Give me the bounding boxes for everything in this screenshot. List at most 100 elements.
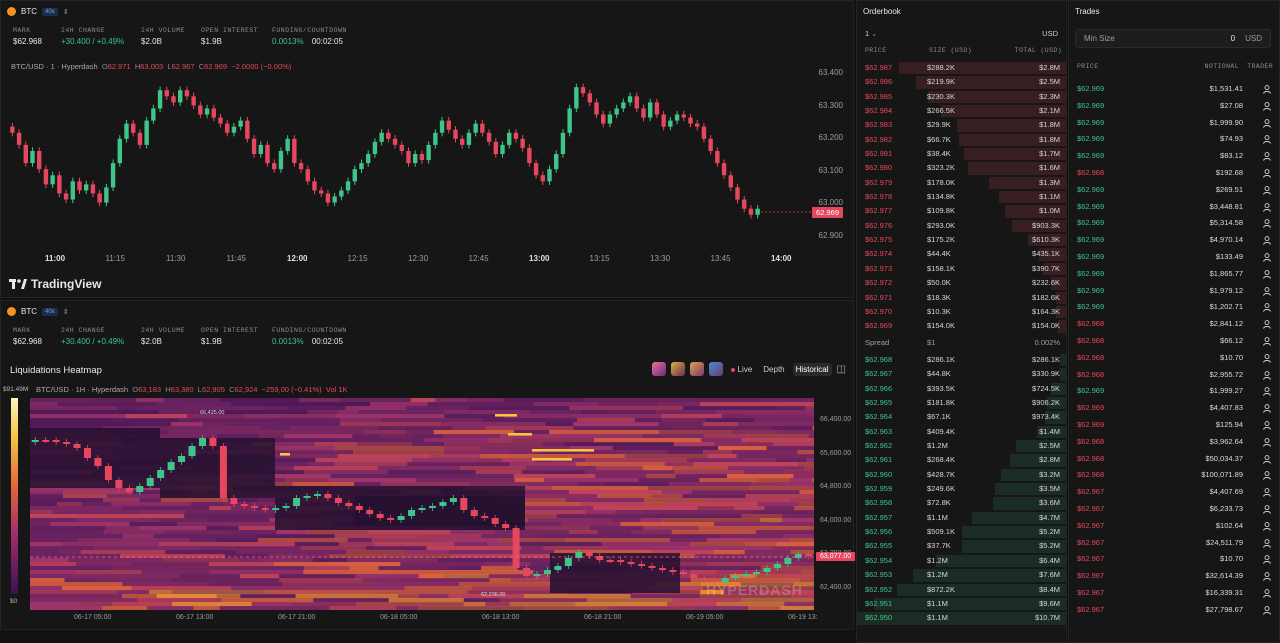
trade-row[interactable]: $62.969 $83.12 bbox=[1069, 148, 1279, 165]
trade-row[interactable]: $62.968 $66.12 bbox=[1069, 333, 1279, 350]
bid-row[interactable]: $62.951 $1.1M $9.6M bbox=[857, 597, 1066, 611]
trader-icon[interactable] bbox=[1263, 421, 1271, 430]
tick-size-select[interactable]: 1 ⌄ bbox=[865, 29, 877, 38]
ask-row[interactable]: $62.974 $44.4K $435.1K bbox=[857, 247, 1066, 261]
trader-icon[interactable] bbox=[1263, 387, 1271, 397]
bid-row[interactable]: $62.954 $1.2M $6.4M bbox=[857, 554, 1066, 568]
trader-icon[interactable] bbox=[1263, 269, 1271, 279]
trade-row[interactable]: $62.967 $32,614.39 bbox=[1069, 568, 1279, 585]
trade-row[interactable]: $62.967 $24,511.79 bbox=[1069, 535, 1279, 552]
ask-row[interactable]: $62.975 $175.2K $610.3K bbox=[857, 233, 1066, 247]
trade-row[interactable]: $62.969 $1,999.90 bbox=[1069, 115, 1279, 132]
ask-row[interactable]: $62.971 $18.3K $182.6K bbox=[857, 291, 1066, 305]
ask-row[interactable]: $62.983 $29.9K $1.8M bbox=[857, 118, 1066, 132]
trader-icon[interactable] bbox=[1263, 353, 1271, 363]
ask-row[interactable]: $62.984 $266.5K $2.1M bbox=[857, 104, 1066, 118]
trader-icon[interactable] bbox=[1263, 286, 1271, 296]
bid-row[interactable]: $62.961 $268.4K $2.8M bbox=[857, 453, 1066, 467]
bid-row[interactable]: $62.952 $872.2K $8.4M bbox=[857, 583, 1066, 597]
trader-icon[interactable] bbox=[1263, 471, 1271, 481]
palette-swatch-1[interactable] bbox=[651, 362, 666, 376]
trade-row[interactable]: $62.969 $74.93 bbox=[1069, 131, 1279, 148]
bid-row[interactable]: $62.963 $409.4K $1.4M bbox=[857, 425, 1066, 439]
bid-row[interactable]: $62.965 $181.8K $906.2K bbox=[857, 396, 1066, 410]
ask-row[interactable]: $62.981 $38.4K $1.7M bbox=[857, 147, 1066, 161]
trader-icon[interactable] bbox=[1263, 219, 1271, 229]
trader-icon[interactable] bbox=[1263, 370, 1271, 380]
trader-icon[interactable] bbox=[1263, 303, 1271, 313]
ask-row[interactable]: $62.986 $219.9K $2.5M bbox=[857, 75, 1066, 89]
bid-row[interactable]: $62.956 $509.1K $5.2M bbox=[857, 525, 1066, 539]
trade-row[interactable]: $62.969 $4,407.83 bbox=[1069, 400, 1279, 417]
trade-row[interactable]: $62.968 $192.68 bbox=[1069, 165, 1279, 182]
bid-row[interactable]: $62.955 $37.7K $5.2M bbox=[857, 539, 1066, 553]
ask-row[interactable]: $62.985 $230.3K $2.3M bbox=[857, 90, 1066, 104]
trade-row[interactable]: $62.969 $1,531.41 bbox=[1069, 81, 1279, 98]
trade-row[interactable]: $62.967 $102.64 bbox=[1069, 518, 1279, 535]
ask-row[interactable]: $62.976 $293.0K $903.3K bbox=[857, 219, 1066, 233]
trader-icon[interactable] bbox=[1263, 437, 1271, 447]
ask-row[interactable]: $62.982 $66.7K $1.8M bbox=[857, 133, 1066, 147]
trade-row[interactable]: $62.967 $6,233.73 bbox=[1069, 501, 1279, 518]
palette-swatch-4[interactable] bbox=[708, 362, 723, 376]
trader-icon[interactable] bbox=[1263, 202, 1271, 212]
bid-row[interactable]: $62.964 $67.1K $973.4K bbox=[857, 410, 1066, 424]
tradingview-logo[interactable]: TradingView bbox=[9, 277, 101, 291]
depth-toggle[interactable]: Depth bbox=[760, 363, 787, 376]
ask-row[interactable]: $62.973 $158.1K $390.7K bbox=[857, 262, 1066, 276]
trader-icon[interactable] bbox=[1263, 118, 1271, 128]
trader-icon[interactable] bbox=[1263, 555, 1271, 565]
trade-row[interactable]: $62.969 $5,314.58 bbox=[1069, 215, 1279, 232]
trader-icon[interactable] bbox=[1263, 169, 1271, 178]
bid-row[interactable]: $62.960 $428.7K $3.2M bbox=[857, 468, 1066, 482]
trader-icon[interactable] bbox=[1263, 538, 1271, 548]
bid-row[interactable]: $62.962 $1.2M $2.5M bbox=[857, 439, 1066, 453]
ask-row[interactable]: $62.972 $50.0K $232.6K bbox=[857, 276, 1066, 290]
unit-select[interactable]: USD bbox=[1042, 29, 1058, 38]
bid-row[interactable]: $62.958 $72.8K $3.6M bbox=[857, 496, 1066, 510]
trader-icon[interactable] bbox=[1263, 505, 1271, 514]
trader-icon[interactable] bbox=[1263, 320, 1271, 329]
trader-icon[interactable] bbox=[1263, 521, 1271, 531]
trader-icon[interactable] bbox=[1263, 236, 1271, 245]
liquidations-heatmap[interactable] bbox=[30, 398, 814, 610]
trade-row[interactable]: $62.968 $50,034.37 bbox=[1069, 451, 1279, 468]
bid-row[interactable]: $62.959 $249.6K $3.5M bbox=[857, 482, 1066, 496]
bid-row[interactable]: $62.950 $1.1M $10.7M bbox=[857, 611, 1066, 625]
trade-row[interactable]: $62.969 $1,202.71 bbox=[1069, 299, 1279, 316]
bid-row[interactable]: $62.968 $286.1K $286.1K bbox=[857, 353, 1066, 367]
trader-icon[interactable] bbox=[1263, 101, 1271, 111]
sidebar-toggle-icon[interactable]: ◫ bbox=[837, 364, 846, 375]
trade-row[interactable]: $62.969 $133.49 bbox=[1069, 249, 1279, 266]
trader-icon[interactable] bbox=[1263, 135, 1271, 145]
trader-icon[interactable] bbox=[1263, 253, 1271, 262]
trade-row[interactable]: $62.968 $10.70 bbox=[1069, 350, 1279, 367]
palette-swatch-3[interactable] bbox=[689, 362, 704, 376]
bid-row[interactable]: $62.953 $1.2M $7.6M bbox=[857, 568, 1066, 582]
trade-row[interactable]: $62.969 $1,979.12 bbox=[1069, 283, 1279, 300]
trade-row[interactable]: $62.969 $3,448.81 bbox=[1069, 199, 1279, 216]
ask-row[interactable]: $62.978 $134.8K $1.1M bbox=[857, 190, 1066, 204]
trader-icon[interactable] bbox=[1263, 589, 1271, 598]
symbol-selector-2[interactable]: BTC 40x ⇕ bbox=[7, 307, 69, 316]
trade-row[interactable]: $62.968 $2,955.72 bbox=[1069, 367, 1279, 384]
trade-row[interactable]: $62.967 $16,339.31 bbox=[1069, 585, 1279, 602]
trader-icon[interactable] bbox=[1263, 404, 1271, 413]
trader-icon[interactable] bbox=[1263, 488, 1271, 497]
trade-row[interactable]: $62.967 $10.70 bbox=[1069, 551, 1279, 568]
bid-row[interactable]: $62.966 $393.5K $724.5K bbox=[857, 382, 1066, 396]
trader-icon[interactable] bbox=[1263, 152, 1271, 161]
trader-icon[interactable] bbox=[1263, 605, 1271, 615]
trade-row[interactable]: $62.967 $27,798.67 bbox=[1069, 602, 1279, 619]
trade-row[interactable]: $62.969 $1,865.77 bbox=[1069, 266, 1279, 283]
trade-row[interactable]: $62.969 $27.08 bbox=[1069, 98, 1279, 115]
trader-icon[interactable] bbox=[1263, 454, 1271, 464]
trade-row[interactable]: $62.969 $1,999.27 bbox=[1069, 383, 1279, 400]
trade-row[interactable]: $62.968 $3,962.64 bbox=[1069, 434, 1279, 451]
palette-swatch-2[interactable] bbox=[670, 362, 685, 376]
ask-row[interactable]: $62.987 $288.2K $2.8M bbox=[857, 61, 1066, 75]
bid-row[interactable]: $62.957 $1.1M $4.7M bbox=[857, 511, 1066, 525]
ask-row[interactable]: $62.970 $10.3K $164.3K bbox=[857, 305, 1066, 319]
min-size-input[interactable]: Min Size 0 USD bbox=[1075, 29, 1271, 48]
trade-row[interactable]: $62.969 $125.94 bbox=[1069, 417, 1279, 434]
